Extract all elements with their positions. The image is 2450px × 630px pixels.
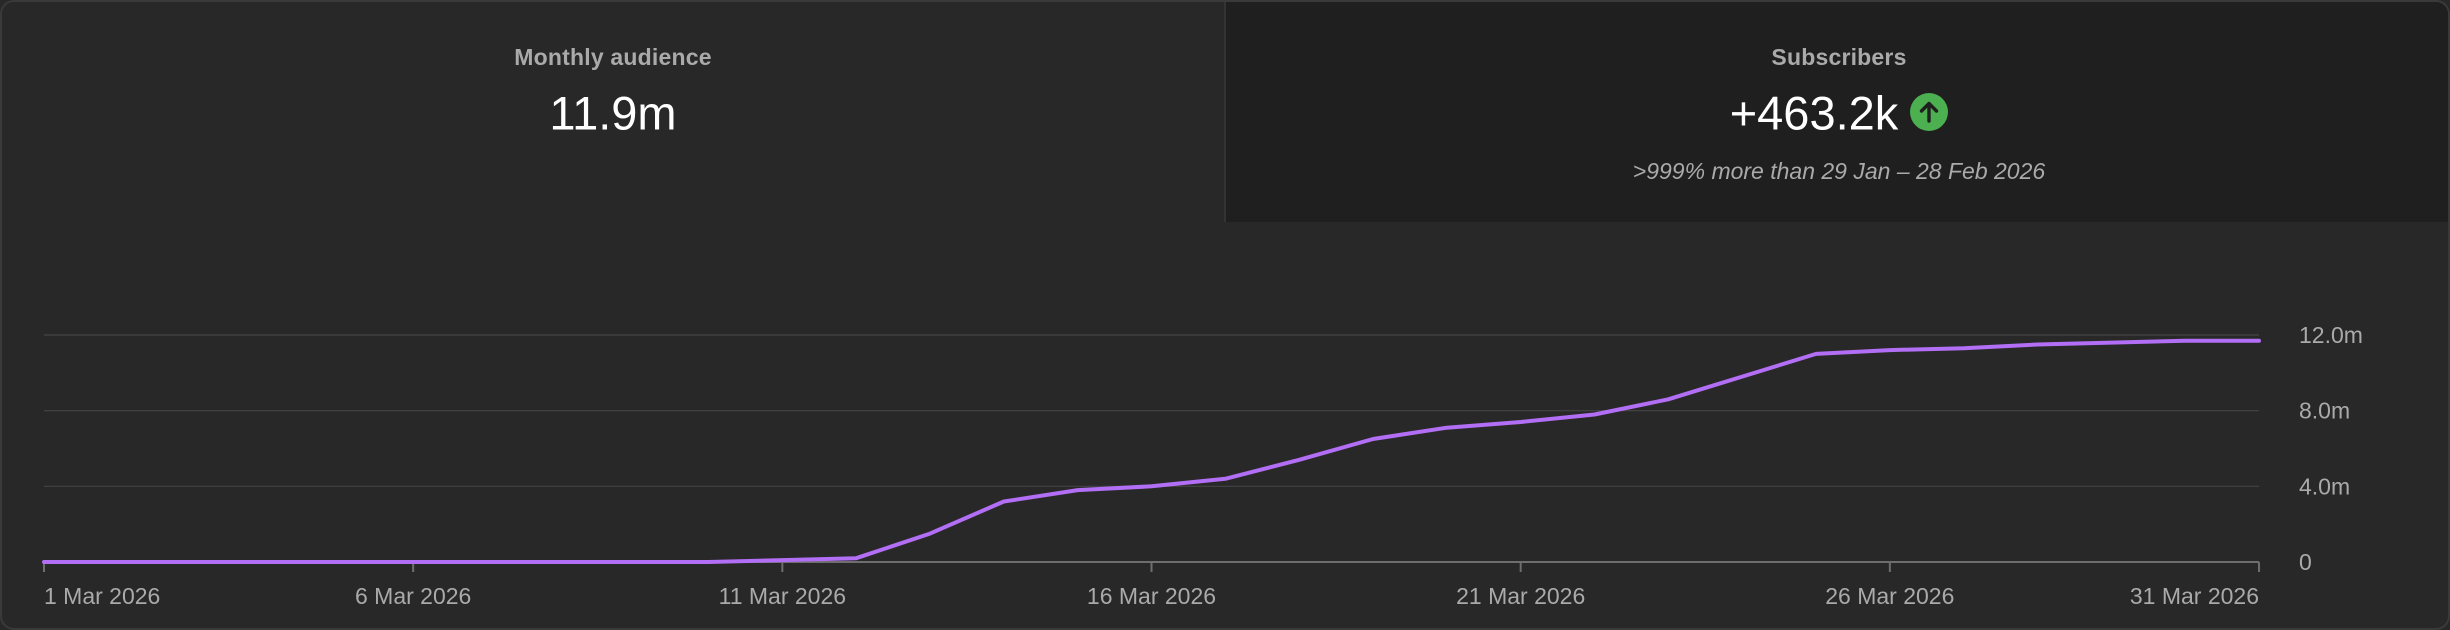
y-tick-label: 4.0m bbox=[2299, 473, 2350, 499]
subscribers-label: Subscribers bbox=[1771, 44, 1907, 70]
series-line bbox=[42, 338, 2261, 564]
monthly-audience-card[interactable]: Monthly audience 11.9m bbox=[2, 2, 1224, 222]
arrow-up-icon bbox=[1910, 92, 1949, 131]
audience-line-chart: 0 4.0m 8.0m 12.0m 1 Mar 2026 6 Mar 2026 11 Ma… bbox=[42, 322, 2363, 609]
monthly-audience-value-text: 11.9m bbox=[549, 86, 677, 140]
subscribers-card[interactable]: Subscribers +463.2k >999% more than 29 J… bbox=[1224, 2, 2448, 222]
x-tick-label: 16 Mar 2026 bbox=[1087, 583, 1216, 609]
y-tick-label: 12.0m bbox=[2299, 322, 2363, 348]
grid-lines bbox=[44, 334, 2259, 563]
monthly-audience-label: Monthly audience bbox=[514, 44, 712, 70]
x-tick-label: 11 Mar 2026 bbox=[719, 583, 846, 609]
subscribers-comparison: >999% more than 29 Jan – 28 Feb 2026 bbox=[1632, 158, 2046, 184]
subscribers-value-text: +463.2k bbox=[1729, 86, 1899, 140]
x-tick-label: 26 Mar 2026 bbox=[1825, 583, 1954, 609]
analytics-card: Monthly audience 11.9m Subscribers +463.… bbox=[0, 0, 2450, 630]
x-tick-label: 1 Mar 2026 bbox=[44, 583, 160, 609]
x-tick-label: 21 Mar 2026 bbox=[1456, 583, 1585, 609]
monthly-audience-value: 11.9m bbox=[2, 82, 1224, 142]
y-tick-label: 0 bbox=[2299, 549, 2312, 575]
x-tick-label: 31 Mar 2026 bbox=[2130, 583, 2259, 609]
subscribers-value: +463.2k bbox=[1226, 82, 2448, 142]
y-tick-label: 8.0m bbox=[2299, 398, 2350, 424]
x-axis-labels: 1 Mar 2026 6 Mar 2026 11 Mar 2026 16 Mar 20… bbox=[44, 583, 2259, 609]
x-tick-label: 6 Mar 2026 bbox=[355, 583, 471, 609]
y-axis-labels: 0 4.0m 8.0m 12.0m bbox=[2299, 322, 2363, 575]
